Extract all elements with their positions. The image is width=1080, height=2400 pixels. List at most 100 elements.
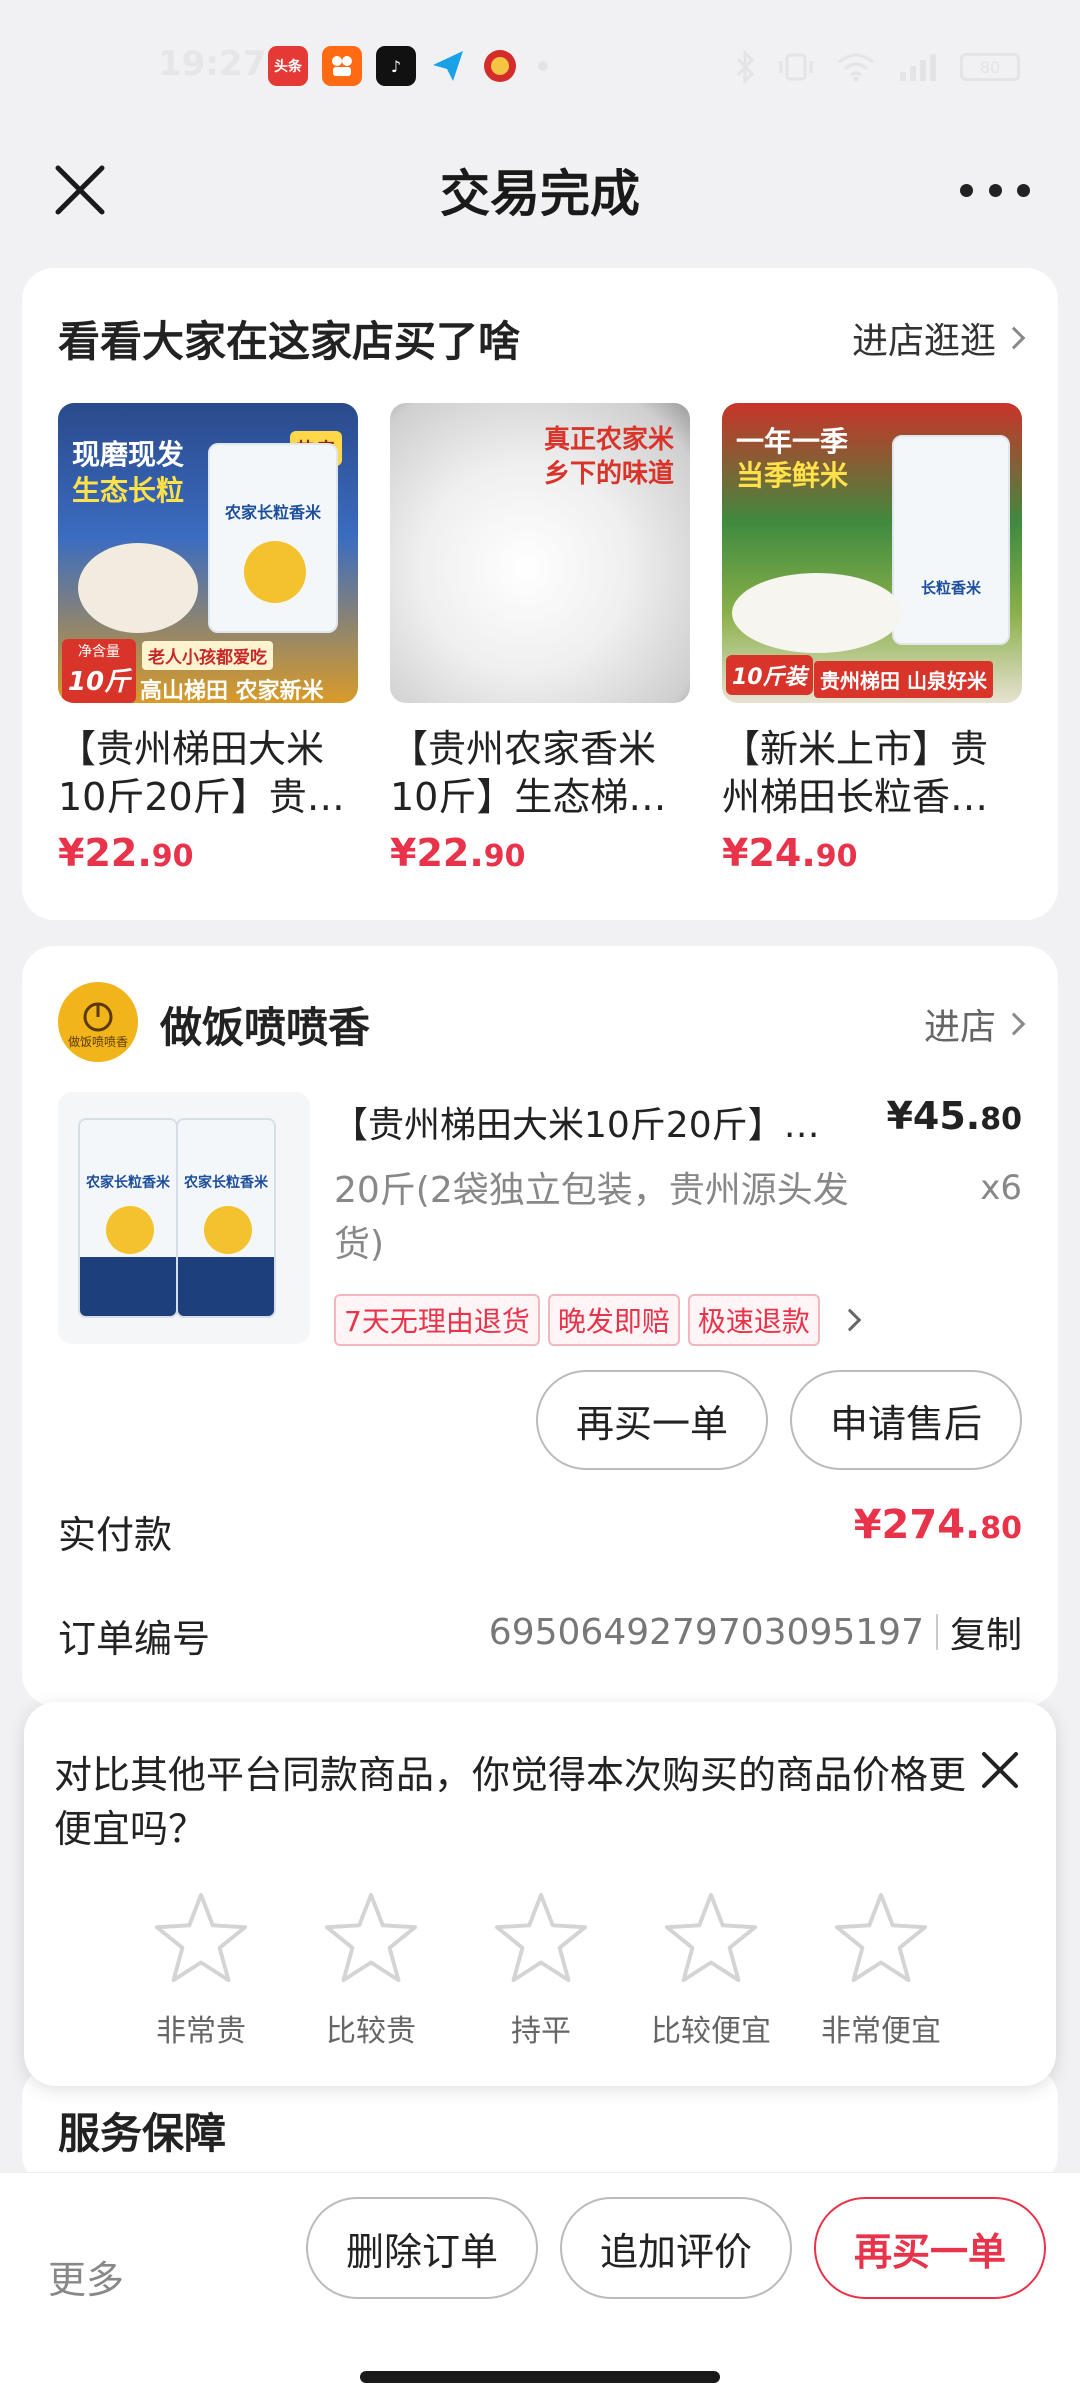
star-icon	[324, 1892, 418, 1983]
bluetooth-icon	[736, 50, 755, 84]
survey-question: 对比其他平台同款商品，你觉得本次购买的商品价格更便宜吗？	[54, 1753, 967, 1851]
product-thumbnail[interactable]: 农家长粒香米 农家长粒香米	[58, 1092, 310, 1344]
star-icon	[664, 1892, 758, 1983]
shop-logo[interactable]: 做饭喷喷香	[58, 982, 138, 1062]
page-title: 交易完成	[440, 165, 640, 223]
chevron-right-icon	[838, 1308, 862, 1332]
weight-badge: 净含量 10斤	[62, 639, 136, 703]
more-options-icon[interactable]	[960, 162, 1030, 218]
weight-badge: 10斤装	[726, 655, 813, 695]
rebuy-button[interactable]: 再买一单	[536, 1370, 768, 1470]
more-button[interactable]: 更多	[48, 2249, 124, 2304]
rebuy-button[interactable]: 再买一单	[814, 2197, 1046, 2299]
shop-logo-icon	[83, 1002, 113, 1032]
shop-recommend-card: 看看大家在这家店买了啥 进店逛逛 现磨现发 生态长粒 热卖 农家长粒香米 老人小…	[22, 268, 1058, 920]
home-indicator[interactable]	[360, 2371, 720, 2383]
caption: 乡下的味道	[543, 459, 674, 489]
rating-label: 持平	[511, 2014, 571, 2049]
nav-bar: 交易完成	[0, 140, 1080, 240]
service-tags[interactable]: 7天无理由退货 晚发即赔 极速退款	[334, 1294, 862, 1346]
tag-fast-refund: 极速退款	[687, 1294, 820, 1346]
weight-label: 净含量	[78, 644, 120, 660]
star-icon	[494, 1892, 588, 1983]
copy-button[interactable]: 复制	[950, 1606, 1022, 1658]
recommend-item[interactable]: 现磨现发 生态长粒 热卖 农家长粒香米 老人小孩都爱吃 净含量 10斤 高山梯田…	[58, 403, 358, 875]
rating-label: 非常贵	[156, 2014, 246, 2049]
price-decimal: 90	[151, 839, 194, 874]
product-image: 真正农家米 乡下的味道	[390, 403, 690, 703]
banner-text: 高山梯田 农家新米	[140, 679, 324, 703]
product-name: 【新米上市】贵州梯田长粒香…	[722, 727, 989, 819]
chevron-right-icon	[1002, 326, 1026, 350]
product-price: ¥45.80	[886, 1094, 1022, 1138]
product-name: 【贵州梯田大米10斤20斤】贵…	[58, 727, 345, 819]
paid-amount: ¥274.80	[854, 1502, 1022, 1548]
add-review-button[interactable]: 追加评价	[560, 2197, 792, 2299]
order-number: 6950649279703095197	[488, 1611, 924, 1653]
service-title: 服务保障	[58, 2109, 227, 2158]
product-name: 【贵州农家香米10斤】生态梯…	[390, 727, 667, 819]
delete-order-button[interactable]: 删除订单	[306, 2197, 538, 2299]
recommend-title: 看看大家在这家店买了啥	[58, 317, 521, 366]
close-icon[interactable]	[978, 1748, 1022, 1792]
tag-late-delivery: 晚发即赔	[547, 1294, 680, 1346]
price-decimal: 90	[815, 839, 858, 874]
star-icon	[834, 1892, 928, 1983]
rice-bag: 农家长粒香米	[78, 1118, 178, 1318]
bag-label: 农家长粒香米	[224, 503, 321, 522]
rating-option[interactable]: 非常贵	[116, 1890, 286, 2050]
order-card: 做饭喷喷香 做饭喷喷香 进店 农家长粒香米 农家长粒香米 【贵州梯田大米10斤2…	[22, 946, 1058, 1706]
kuaishou-icon	[322, 46, 362, 86]
battery-icon: 80	[960, 53, 1020, 81]
status-bar: 19:27 头条 ♪ 80	[0, 40, 1080, 100]
product-image: 一年一季 当季鲜米 长粒香米 10斤装 贵州梯田 山泉好米	[722, 403, 1022, 703]
product-spec: 20斤(2袋独立包装，贵州源头发货)	[334, 1170, 849, 1265]
product-name[interactable]: 【贵州梯田大米10斤20斤】…	[332, 1096, 862, 1148]
recommend-item[interactable]: 一年一季 当季鲜米 长粒香米 10斤装 贵州梯田 山泉好米 【新米上市】贵州梯田…	[722, 403, 1022, 875]
rating-label: 比较贵	[326, 2014, 416, 2049]
after-sale-button[interactable]: 申请售后	[790, 1370, 1022, 1470]
rating-option[interactable]: 比较便宜	[626, 1890, 796, 2050]
notification-dot-icon	[536, 46, 550, 86]
headline: 一年一季	[736, 425, 849, 458]
banner-text: 贵州梯田 山泉好米	[814, 661, 993, 698]
rating-label: 比较便宜	[651, 2014, 771, 2049]
weight-value: 10斤	[67, 667, 131, 697]
slogan: 老人小孩都爱吃	[142, 641, 273, 670]
rice-bag: 农家长粒香米	[208, 443, 338, 633]
rating-label: 非常便宜	[821, 2014, 941, 2049]
rating-option[interactable]: 比较贵	[286, 1890, 456, 2050]
gov-app-icon	[480, 46, 520, 86]
price-integer: ¥22.	[390, 831, 484, 875]
price-decimal: 90	[483, 839, 526, 874]
rating-option[interactable]: 非常便宜	[796, 1890, 966, 2050]
paid-decimal: 80	[980, 1511, 1022, 1546]
visit-shop-link[interactable]: 进店逛逛	[852, 312, 1026, 364]
enter-shop-label: 进店	[923, 1007, 996, 1048]
toutiao-icon: 头条	[268, 46, 308, 86]
bag-label: 农家长粒香米	[184, 1175, 268, 1191]
headline: 当季鲜米	[736, 459, 849, 492]
wifi-icon	[838, 53, 874, 82]
price-integer: ¥22.	[58, 831, 152, 875]
vibrate-icon	[779, 53, 813, 81]
product-price: ¥22.90	[390, 831, 690, 875]
enter-shop-link[interactable]: 进店	[923, 998, 1026, 1050]
bag-label: 农家长粒香米	[86, 1175, 170, 1191]
price-decimal: 80	[980, 1102, 1022, 1137]
rating-option[interactable]: 持平	[456, 1890, 626, 2050]
tiktok-icon: ♪	[376, 46, 416, 86]
bottom-action-bar: 更多 删除订单 追加评价 再买一单	[0, 2172, 1080, 2400]
shop-name[interactable]: 做饭喷喷香	[160, 994, 370, 1055]
price-survey-popup: 对比其他平台同款商品，你觉得本次购买的商品价格更便宜吗？ 非常贵 比较贵 持平 …	[24, 1702, 1056, 2086]
system-indicators: 80	[734, 50, 1020, 84]
recommend-item[interactable]: 真正农家米 乡下的味道 【贵州农家香米10斤】生态梯… ¥22.90	[390, 403, 690, 875]
promo-text: 生态长粒	[72, 474, 185, 507]
paper-plane-icon	[428, 46, 468, 86]
rice-bag: 农家长粒香米	[176, 1118, 276, 1318]
price-integer: ¥24.	[722, 831, 816, 875]
product-price: ¥22.90	[58, 831, 358, 875]
product-price: ¥24.90	[722, 831, 1022, 875]
divider	[935, 1614, 938, 1650]
chevron-right-icon	[1002, 1012, 1026, 1036]
